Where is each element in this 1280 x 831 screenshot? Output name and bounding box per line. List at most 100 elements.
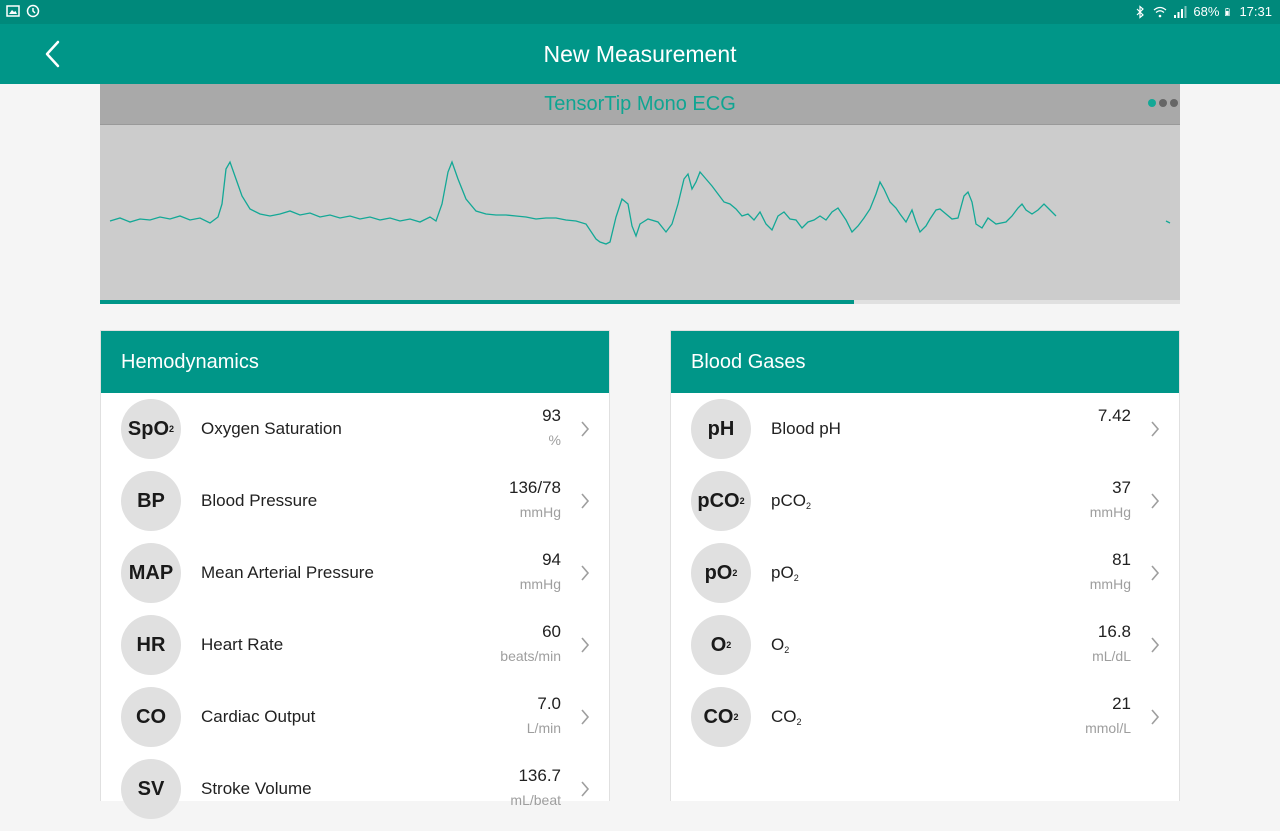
ecg-trace xyxy=(109,160,1057,245)
metric-badge: SV xyxy=(121,759,181,819)
metric-unit: mmHg xyxy=(1089,576,1131,592)
page-title: New Measurement xyxy=(543,41,737,67)
metric-abbr: MAP xyxy=(128,561,174,584)
chevron-right-icon xyxy=(581,565,590,581)
ecg-title: TensorTip Mono ECG xyxy=(544,93,736,115)
metric-label: O2 xyxy=(771,635,789,655)
chevron-right-icon xyxy=(1151,565,1160,581)
hemodynamics-list: SpO 2 Oxygen Saturation 93% BP Blood Pressure… xyxy=(101,393,609,831)
metric-value: 81 xyxy=(1112,550,1131,569)
metric-badge: SpO 2 xyxy=(121,399,181,459)
metric-value: 7.42 xyxy=(1097,406,1131,425)
list-item[interactable]: O 2 O2 16.8 mL/dL xyxy=(671,615,1179,687)
metric-label: Mean Arterial Pressure xyxy=(201,563,374,583)
metric-label-text: Blood Pressure xyxy=(201,491,318,510)
metric-label-subscript: 2 xyxy=(793,573,799,583)
metric-value: 7.0 xyxy=(537,694,561,713)
metric-badge: CO xyxy=(121,687,181,747)
blood-gases-header: Blood Gases xyxy=(671,331,1179,393)
metric-label-subscript: 2 xyxy=(805,501,811,511)
metric-value: 94 xyxy=(542,550,561,569)
metric-label-subscript: 2 xyxy=(784,645,790,655)
metric-abbr: CO xyxy=(703,705,734,728)
metric-abbr-subscript: 2 xyxy=(169,424,175,434)
metric-value: 136.7 xyxy=(518,766,561,785)
metric-label: Blood Pressure xyxy=(201,491,317,511)
chevron-right-icon xyxy=(581,781,590,797)
chevron-right-icon xyxy=(581,709,590,725)
blood-gases-list: pH Blood pH 7.42 pCO 2 pCO2 37 mmHg pO 2 pO2 81 mmHg… xyxy=(671,393,1179,759)
metric-abbr: O xyxy=(710,633,727,656)
list-item[interactable]: HR Heart Rate 60 beats/min xyxy=(101,615,609,687)
image-notification-icon xyxy=(6,5,20,17)
metric-abbr: CO xyxy=(136,705,166,728)
list-item[interactable]: pCO 2 pCO2 37 mmHg xyxy=(671,471,1179,543)
metric-abbr-subscript: 2 xyxy=(739,496,745,506)
wifi-icon xyxy=(1154,6,1167,17)
battery-percent: 68% xyxy=(1193,4,1220,19)
metric-unit: mmHg xyxy=(519,576,561,592)
metric-unit: beats/min xyxy=(500,648,561,664)
signal-icon xyxy=(1174,5,1187,18)
metric-label-text: pO xyxy=(771,563,794,582)
metric-label: pCO2 xyxy=(771,491,811,511)
metric-unit: mmHg xyxy=(1089,504,1131,520)
metric-abbr: HR xyxy=(136,633,166,656)
metric-label-text: Oxygen Saturation xyxy=(201,419,342,438)
metric-unit: mL/beat xyxy=(510,792,561,808)
list-item[interactable]: SpO 2 Oxygen Saturation 93% xyxy=(101,399,609,471)
metric-value: 60 xyxy=(542,622,561,641)
list-item[interactable]: pO 2 pO2 81 mmHg xyxy=(671,543,1179,615)
ecg-header: TensorTip Mono ECG xyxy=(100,84,1180,125)
metric-value: 16.8 xyxy=(1097,622,1131,641)
metric-label-text: Mean Arterial Pressure xyxy=(201,563,374,582)
metric-label-text: pCO xyxy=(771,491,806,510)
list-item[interactable]: pH Blood pH 7.42 xyxy=(671,399,1179,471)
list-item[interactable]: CO 2 CO2 21 mmol/L xyxy=(671,687,1179,759)
list-item[interactable]: BP Blood Pressure 136/78 mmHg xyxy=(101,471,609,543)
chevron-right-icon xyxy=(581,421,590,437)
list-item[interactable]: CO Cardiac Output 7.0 L/min xyxy=(101,687,609,759)
metric-badge: BP xyxy=(121,471,181,531)
metric-value: 136/78 xyxy=(509,478,561,497)
metric-badge: MAP xyxy=(121,543,181,603)
metric-label: Stroke Volume xyxy=(201,779,312,799)
clock: 17:31 xyxy=(1239,4,1272,19)
metric-value: 21 xyxy=(1112,694,1131,713)
ecg-progress-bar xyxy=(100,300,1180,304)
metric-abbr: pO xyxy=(704,561,733,584)
chevron-right-icon xyxy=(1151,637,1160,653)
metric-unit: mmol/L xyxy=(1085,720,1131,736)
bluetooth-icon xyxy=(1136,4,1145,19)
metric-label: Heart Rate xyxy=(201,635,283,655)
page-indicator xyxy=(1148,99,1178,107)
chevron-right-icon xyxy=(581,637,590,653)
app-bar: New Measurement xyxy=(0,24,1280,84)
ecg-panel[interactable]: TensorTip Mono ECG xyxy=(100,84,1180,304)
metric-unit: L/min xyxy=(526,720,561,736)
metric-badge: pO 2 xyxy=(691,543,751,603)
metric-value: 37 xyxy=(1112,478,1131,497)
metric-label-text: O xyxy=(771,635,785,654)
metric-label-text: Stroke Volume xyxy=(201,779,312,798)
ecg-waveform xyxy=(109,160,1171,245)
chevron-right-icon xyxy=(581,493,590,509)
metric-value: 93 xyxy=(542,406,561,425)
ecg-progress-fill xyxy=(100,300,854,304)
ecg-trace-lead xyxy=(1165,220,1171,224)
metric-label-text: Cardiac Output xyxy=(201,707,316,726)
chevron-right-icon xyxy=(1151,421,1160,437)
list-item[interactable]: SV Stroke Volume 136.7 mL/beat xyxy=(101,759,609,831)
metric-abbr: pCO xyxy=(697,489,740,512)
list-item[interactable]: MAP Mean Arterial Pressure 94 mmHg xyxy=(101,543,609,615)
metric-badge: HR xyxy=(121,615,181,675)
metric-abbr: SpO xyxy=(127,417,170,440)
metric-badge: pCO 2 xyxy=(691,471,751,531)
metric-label: Oxygen Saturation xyxy=(201,419,342,439)
metric-label-subscript: 2 xyxy=(796,717,802,727)
metric-badge: O2 xyxy=(691,615,751,675)
metric-label-text: CO xyxy=(771,707,797,726)
metric-badge: pH xyxy=(691,399,751,459)
page-dot xyxy=(1148,99,1156,107)
chevron-right-icon xyxy=(1151,493,1160,509)
